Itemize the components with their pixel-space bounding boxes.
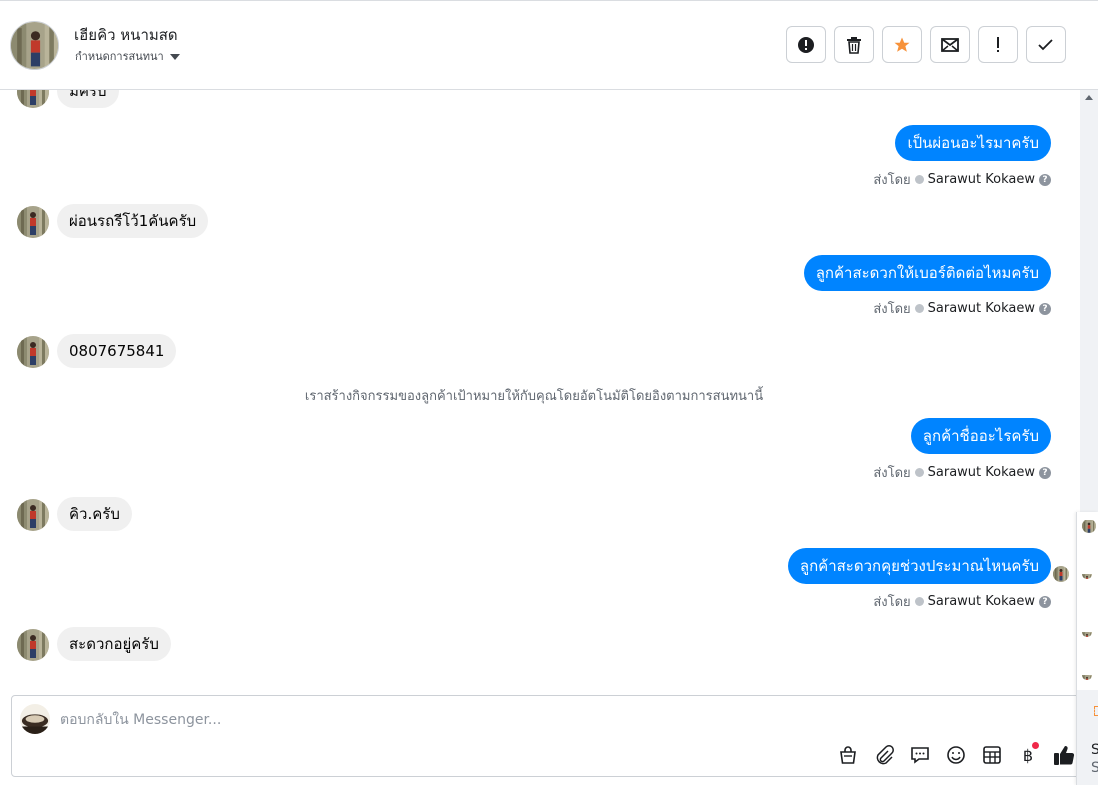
outgoing-message[interactable]: ลูกค้าสะดวกให้เบอร์ติดต่อไหมครับ (803, 255, 1051, 291)
contact-name[interactable]: เฮียคิว หนามสด (74, 23, 178, 47)
status-dot-icon (914, 304, 924, 313)
outgoing-message[interactable]: เป็นผ่อนอะไรมาครับ (895, 125, 1051, 161)
contact-avatar-small (17, 206, 49, 238)
shopping-bag-icon[interactable] (835, 742, 861, 768)
schedule-dropdown[interactable]: กำหนดการสนทนา (75, 47, 180, 65)
help-icon[interactable]: ? (1039, 466, 1051, 479)
check-icon (1038, 38, 1053, 50)
saved-reply-icon[interactable] (907, 742, 933, 768)
alert-circle-icon (798, 36, 814, 53)
panel-icon (1094, 706, 1098, 716)
incoming-message[interactable]: ผ่อนรถรีโว้1คันครับ (57, 204, 209, 238)
sent-by-label: ส่งโดย Sarawut Kokaew ? (873, 462, 1051, 483)
mark-done-button[interactable] (1026, 26, 1066, 63)
contact-avatar-small (17, 90, 49, 108)
outgoing-message[interactable]: ลูกค้าสะดวกคุยช่วงประมาณไหนครับ (787, 548, 1051, 584)
incoming-message[interactable]: สะดวกอยู่ครับ (57, 627, 171, 661)
message-thread[interactable]: มีครับ เป็นผ่อนอะไรมาครับ ส่งโดย Sarawut… (0, 90, 1080, 692)
incoming-message[interactable]: มีครับ (57, 90, 119, 108)
caret-down-icon (169, 53, 180, 60)
scroll-up-arrow-icon[interactable] (1085, 95, 1093, 100)
sent-by-prefix: ส่งโดย (873, 173, 911, 188)
sent-by-label: ส่งโดย Sarawut Kokaew ? (873, 591, 1051, 612)
outgoing-message[interactable]: ลูกค้าชื่ออะไรครับ (910, 418, 1051, 454)
sent-by-label: ส่งโดย Sarawut Kokaew ? (873, 298, 1051, 319)
sent-by-prefix: ส่งโดย (873, 466, 911, 481)
contact-avatar-small (17, 499, 49, 531)
help-icon[interactable]: ? (1039, 302, 1051, 315)
conversation-header: เฮียคิว หนามสด กำหนดการสนทนา (0, 0, 1098, 90)
notification-dot (1032, 742, 1039, 749)
panel-letter: S (1091, 760, 1098, 776)
seen-avatar (1053, 566, 1069, 582)
contact-avatar-small (17, 629, 49, 661)
table-icon[interactable] (979, 742, 1005, 768)
mark-spam-button[interactable] (786, 26, 826, 63)
trash-icon (847, 36, 861, 54)
panel-avatar (1082, 670, 1092, 680)
composer-toolbar: ฿ (835, 742, 1077, 768)
agent-name: Sarawut Kokaew (927, 465, 1035, 480)
star-icon (894, 37, 910, 52)
emoji-icon[interactable] (943, 742, 969, 768)
status-dot-icon (914, 597, 924, 606)
thumbs-up-icon[interactable] (1051, 742, 1077, 768)
reply-input[interactable] (60, 709, 760, 731)
sent-by-label: ส่งโดย Sarawut Kokaew ? (873, 169, 1051, 190)
panel-letter: S (1091, 742, 1098, 758)
reply-composer: ฿ (11, 695, 1081, 777)
header-actions (786, 26, 1066, 63)
page-avatar (20, 704, 50, 734)
agent-name: Sarawut Kokaew (927, 594, 1035, 609)
star-button[interactable] (882, 26, 922, 63)
delete-button[interactable] (834, 26, 874, 63)
follow-up-button[interactable] (978, 26, 1018, 63)
agent-name: Sarawut Kokaew (927, 172, 1035, 187)
envelope-icon (941, 37, 959, 52)
status-dot-icon (914, 468, 924, 477)
contact-avatar[interactable] (10, 21, 59, 70)
incoming-message[interactable]: คิว.ครับ (57, 497, 132, 531)
panel-avatar (1082, 627, 1092, 637)
sent-by-prefix: ส่งโดย (873, 302, 911, 317)
schedule-label: กำหนดการสนทนา (75, 50, 164, 63)
help-icon[interactable]: ? (1039, 595, 1051, 608)
agent-name: Sarawut Kokaew (927, 301, 1035, 316)
help-icon[interactable]: ? (1039, 173, 1051, 186)
paperclip-icon[interactable] (871, 742, 897, 768)
baht-payment-icon[interactable]: ฿ (1015, 742, 1041, 768)
incoming-message[interactable]: 0807675841 (57, 334, 177, 368)
panel-footer: S S (1077, 690, 1098, 785)
panel-avatar (1082, 519, 1096, 533)
sent-by-prefix: ส่งโดย (873, 595, 911, 610)
system-notice: เราสร้างกิจกรรมของลูกค้าเป้าหมายให้กับคุ… (304, 389, 764, 404)
panel-avatar (1082, 569, 1092, 579)
exclamation-icon (997, 36, 999, 52)
mark-unread-button[interactable] (930, 26, 970, 63)
status-dot-icon (914, 175, 924, 184)
side-panel[interactable]: S S (1076, 512, 1098, 785)
contact-avatar-small (17, 336, 49, 368)
